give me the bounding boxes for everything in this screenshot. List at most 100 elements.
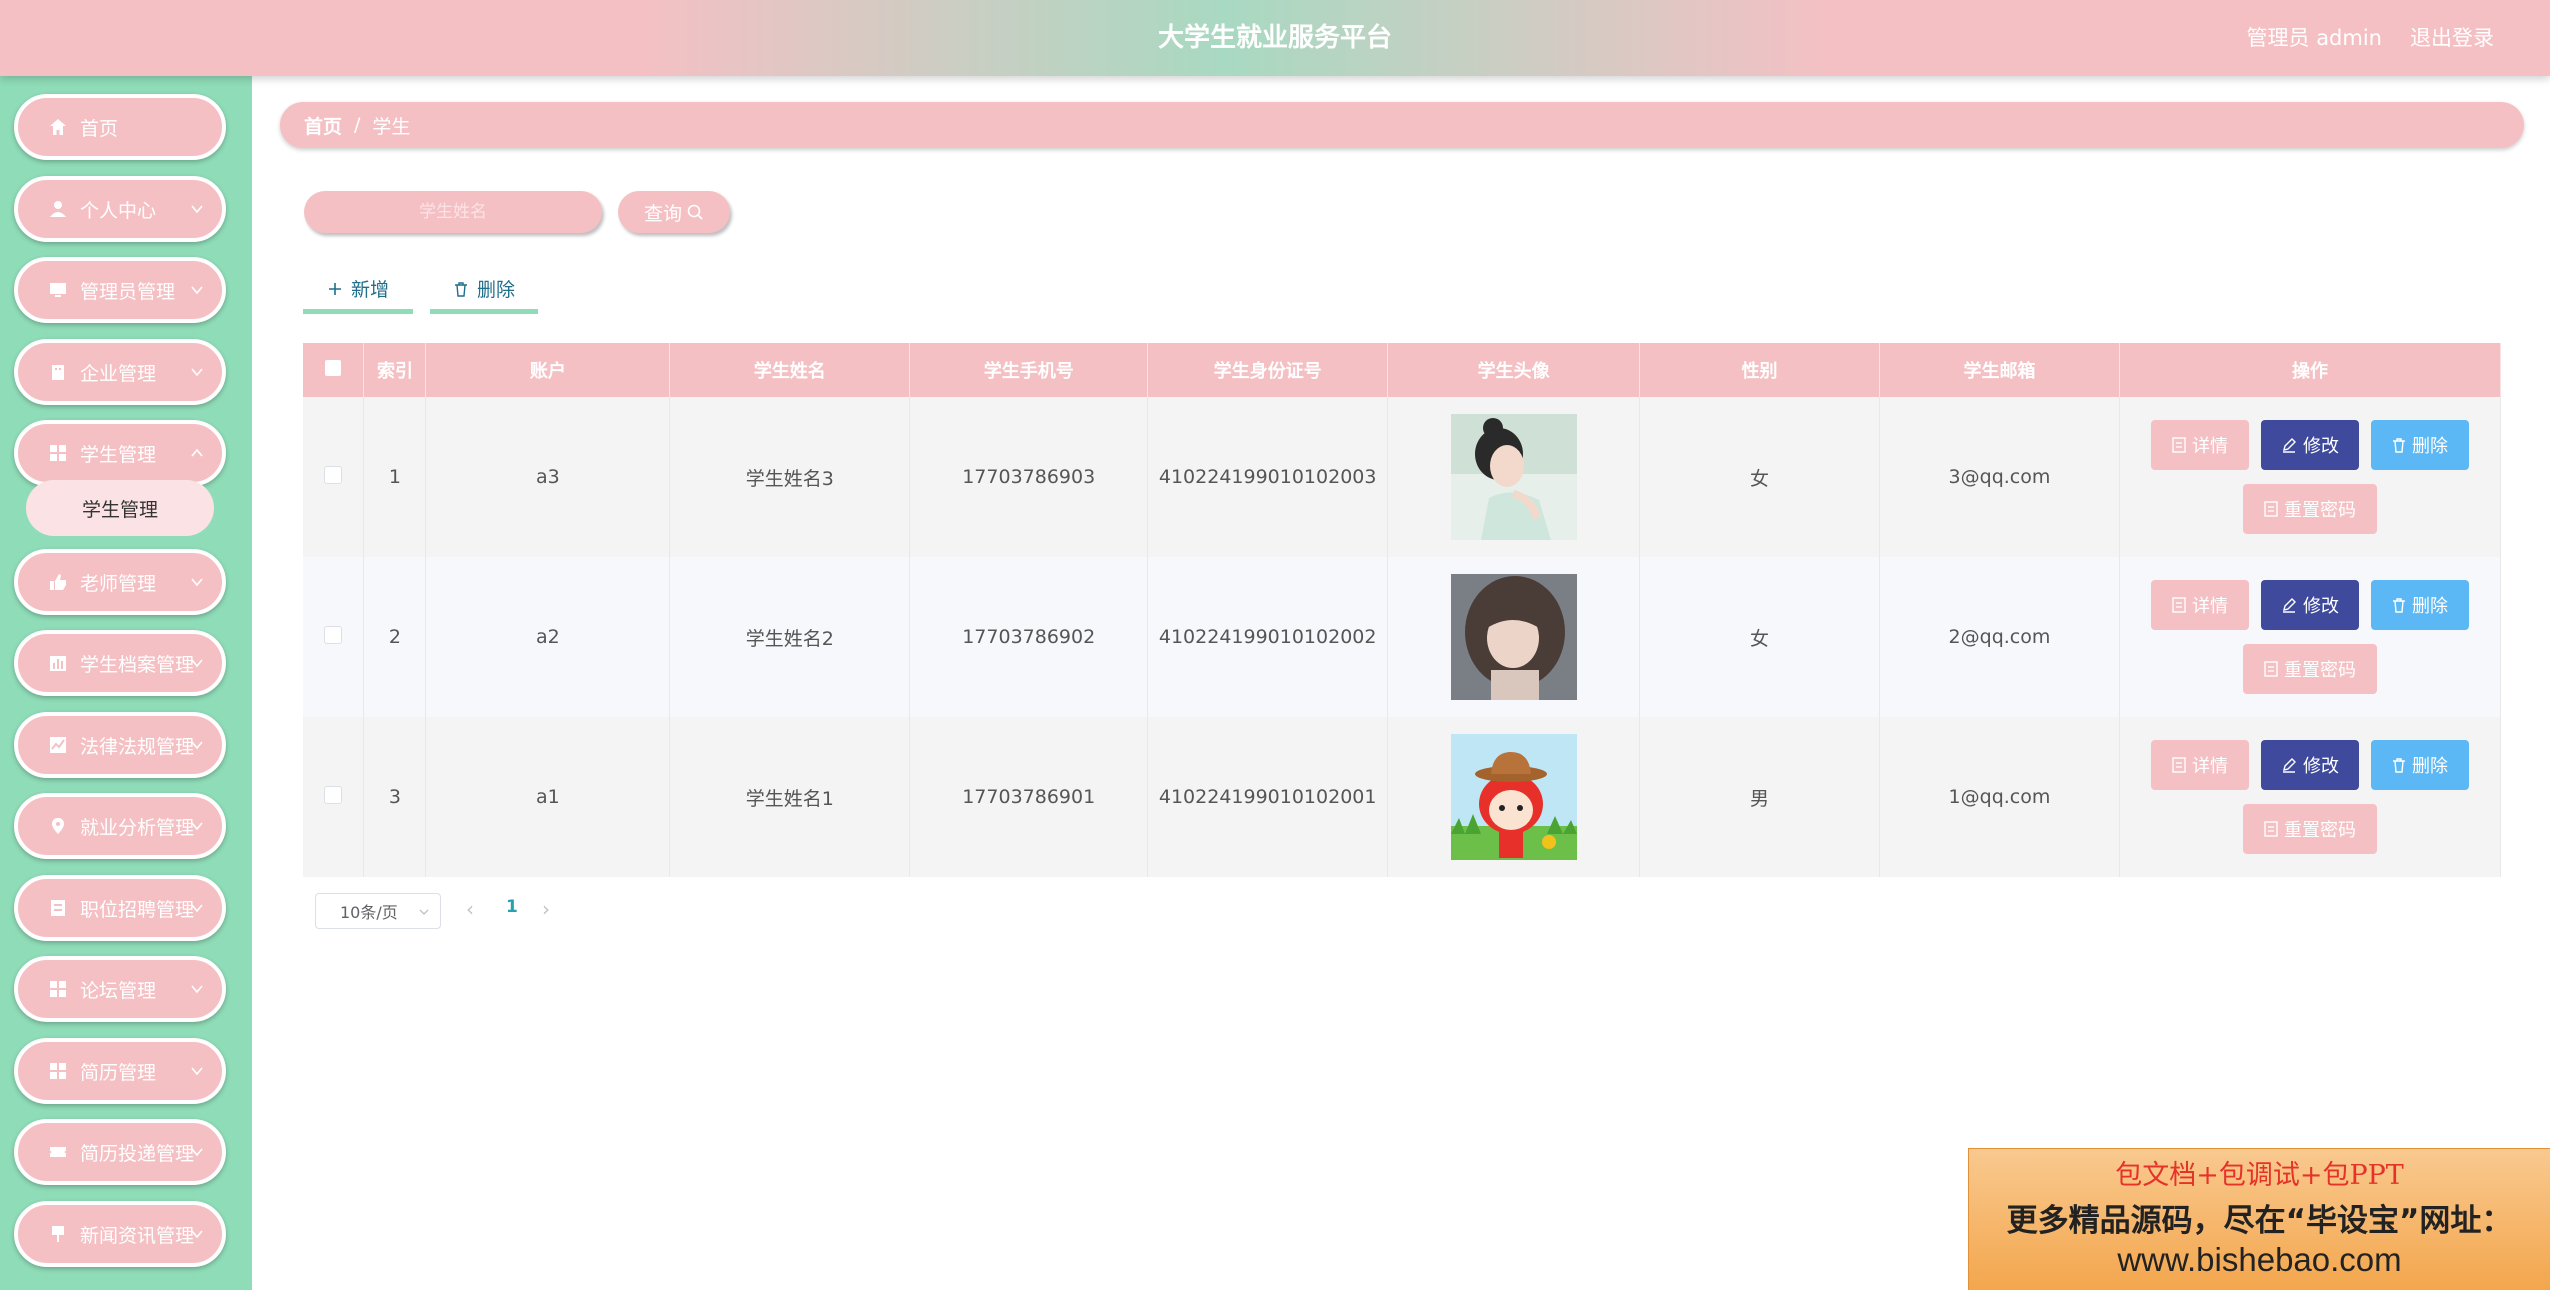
row-select-cell[interactable] (303, 397, 365, 557)
previous-page-button[interactable]: ‹ (466, 897, 474, 921)
row-checkbox[interactable] (324, 785, 343, 804)
select-all-checkbox[interactable] (325, 359, 342, 376)
sidebar-item-label: 个人中心 (80, 199, 157, 222)
next-page-button[interactable]: › (542, 897, 550, 921)
trash-icon (453, 281, 469, 297)
document-icon (2264, 821, 2278, 837)
edit-label: 修改 (2302, 436, 2339, 457)
detail-button[interactable]: 详情 (2150, 740, 2249, 790)
edit-button[interactable]: 修改 (2260, 420, 2359, 470)
sidebar-item-admin[interactable]: 管理员管理 (14, 257, 226, 323)
trash-icon (2392, 757, 2406, 773)
sidebar-item-label: 学生档案管理 (80, 653, 195, 676)
chevron-down-icon (419, 909, 429, 915)
account-cell: a3 (425, 397, 671, 557)
chevron-down-icon (191, 904, 203, 913)
search-button-label: 查询 (643, 202, 682, 225)
delete-button[interactable]: 删除 (2370, 420, 2469, 470)
add-button[interactable]: 新增 (303, 268, 413, 314)
sidebar-item-label: 学生管理 (80, 443, 157, 466)
gender-cell: 女 (1639, 397, 1880, 557)
name-cell: 学生姓名3 (669, 397, 911, 557)
batch-delete-button[interactable]: 删除 (430, 268, 538, 314)
search-button[interactable]: 查询 (618, 191, 730, 233)
row-select-cell[interactable] (303, 717, 365, 877)
chevron-down-icon (191, 578, 203, 587)
submenu-item-student-management[interactable]: 学生管理 (26, 480, 214, 536)
delete-button[interactable]: 删除 (2370, 580, 2469, 630)
column-header: 学生头像 (1387, 343, 1641, 397)
girl-avatar[interactable] (1450, 574, 1577, 700)
chart-icon (48, 653, 68, 673)
delete-label: 删除 (2411, 756, 2448, 777)
edit-label: 修改 (2302, 596, 2339, 617)
reset-password-button[interactable]: 重置密码 (2242, 804, 2377, 854)
delete-button[interactable]: 删除 (2370, 740, 2469, 790)
row-checkbox[interactable] (324, 625, 343, 644)
page-size-select[interactable]: 10条/页 (315, 893, 441, 929)
edit-button[interactable]: 修改 (2260, 580, 2359, 630)
sidebar-item-label: 首页 (80, 117, 119, 140)
sidebar-item-news[interactable]: 新闻资讯管理 (14, 1201, 226, 1267)
detail-button[interactable]: 详情 (2150, 580, 2249, 630)
sidebar-item-employment-analysis[interactable]: 就业分析管理 (14, 793, 226, 859)
page-number-current[interactable]: 1 (506, 897, 518, 917)
woman-avatar[interactable] (1450, 414, 1577, 540)
detail-button[interactable]: 详情 (2150, 420, 2249, 470)
building-icon (48, 362, 68, 382)
chevron-down-icon (191, 741, 203, 750)
student-name-search-input[interactable] (304, 191, 602, 233)
sidebar-item-label: 职位招聘管理 (80, 898, 195, 921)
gender-cell: 男 (1639, 717, 1880, 877)
id-card-cell: 410224199010102001 (1147, 717, 1389, 877)
sidebar-item-resumes[interactable]: 简历管理 (14, 1038, 226, 1104)
detail-label: 详情 (2191, 436, 2228, 457)
row-checkbox[interactable] (324, 465, 343, 484)
reset-password-button[interactable]: 重置密码 (2242, 644, 2377, 694)
sidebar-item-company[interactable]: 企业管理 (14, 339, 226, 405)
row-select-cell[interactable] (303, 557, 365, 717)
grid-icon (48, 443, 68, 463)
chevron-down-icon (191, 659, 203, 668)
phone-cell: 17703786903 (909, 397, 1149, 557)
index-cell: 2 (363, 557, 427, 717)
search-icon (687, 204, 703, 220)
cartoon-avatar[interactable] (1450, 734, 1577, 860)
sidebar-item-label: 法律法规管理 (80, 735, 195, 758)
sidebar-item-student-records[interactable]: 学生档案管理 (14, 630, 226, 696)
home-icon (48, 117, 68, 137)
select-all-header[interactable] (303, 343, 365, 397)
grid-icon (48, 1061, 68, 1081)
reset-password-button[interactable]: 重置密码 (2242, 484, 2377, 534)
id-card-cell: 410224199010102003 (1147, 397, 1389, 557)
sidebar-item-profile[interactable]: 个人中心 (14, 176, 226, 242)
detail-label: 详情 (2191, 596, 2228, 617)
email-cell: 2@qq.com (1879, 557, 2120, 717)
student-table: 索引 账户 学生姓名 学生手机号 学生身份证号 学生头像 性别 学生邮箱 操作 … (303, 343, 2502, 877)
sidebar-item-laws[interactable]: 法律法规管理 (14, 712, 226, 778)
operations-cell: 详情 修改 删除 重置密码 (2119, 557, 2502, 717)
sidebar-item-job-postings[interactable]: 职位招聘管理 (14, 875, 226, 941)
breadcrumb-home[interactable]: 首页 (304, 112, 342, 139)
sidebar-item-students[interactable]: 学生管理 (14, 420, 226, 486)
breadcrumb-current: 学生 (372, 115, 411, 138)
trash-icon (2392, 437, 2406, 453)
chevron-down-icon (191, 1230, 203, 1239)
edit-button[interactable]: 修改 (2260, 740, 2359, 790)
column-header: 学生身份证号 (1147, 343, 1389, 397)
reset-password-label: 重置密码 (2283, 500, 2356, 521)
document-icon (2172, 757, 2186, 773)
sidebar-item-resume-delivery[interactable]: 简历投递管理 (14, 1119, 226, 1185)
trend-icon (48, 735, 68, 755)
gender-cell: 女 (1639, 557, 1880, 717)
id-card-cell: 410224199010102002 (1147, 557, 1389, 717)
table-header-row: 索引 账户 学生姓名 学生手机号 学生身份证号 学生头像 性别 学生邮箱 操作 (303, 343, 2502, 397)
sidebar-item-forum[interactable]: 论坛管理 (14, 956, 226, 1022)
sidebar: 首页 个人中心 管理员管理 企业管理 学生管理 学生管理 老师管理 学生档案管理… (0, 76, 252, 1290)
sidebar-item-home[interactable]: 首页 (14, 94, 226, 160)
logout-link[interactable]: 退出登录 (2410, 0, 2494, 76)
plus-icon (327, 281, 343, 297)
table-row: 1 a3 学生姓名3 17703786903 41022419901010200… (303, 397, 2502, 557)
breadcrumb-separator: / (354, 114, 361, 136)
sidebar-item-teachers[interactable]: 老师管理 (14, 549, 226, 615)
